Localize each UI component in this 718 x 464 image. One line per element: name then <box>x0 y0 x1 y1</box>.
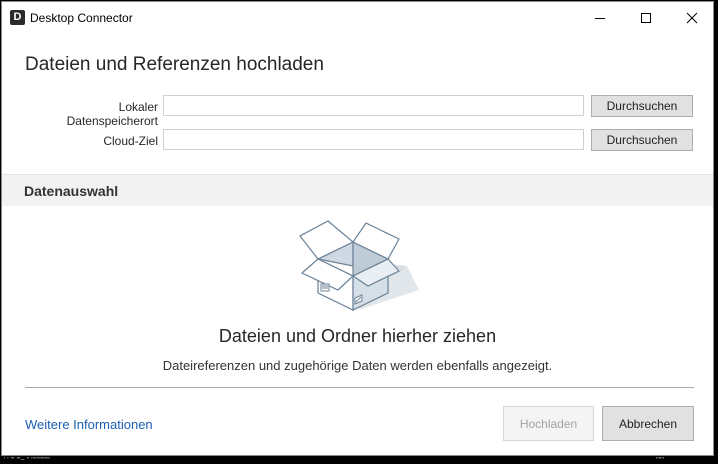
minimize-icon <box>595 18 605 19</box>
app-icon: D <box>10 10 25 25</box>
cloud-target-input[interactable] <box>163 129 584 150</box>
browse-local-button[interactable]: Durchsuchen <box>591 95 693 117</box>
cancel-button[interactable]: Abbrechen <box>602 406 694 441</box>
cloud-target-label: Cloud-Ziel <box>103 134 158 148</box>
upload-button[interactable]: Hochladen <box>503 406 594 441</box>
maximize-icon <box>641 13 651 23</box>
local-location-input[interactable] <box>163 95 584 116</box>
footer-divider <box>25 387 694 388</box>
close-icon <box>686 12 698 24</box>
minimize-button[interactable] <box>577 2 623 34</box>
background-text-fragment: ' ' ''' '''~ '' '''''''''''''' <box>4 457 50 464</box>
more-info-link[interactable]: Weitere Informationen <box>25 417 153 432</box>
drop-zone-heading: Dateien und Ordner hierher ziehen <box>218 326 497 346</box>
local-location-label: Lokaler Datenspeicherort <box>66 100 158 128</box>
section-title: Datenauswahl <box>24 183 119 199</box>
desktop-connector-window: D Desktop Connector Dateien und Referenz… <box>1 1 714 456</box>
browse-cloud-button[interactable]: Durchsuchen <box>591 129 693 151</box>
data-selection-header: Datenauswahl <box>2 175 713 206</box>
window-title: Desktop Connector <box>30 11 133 25</box>
maximize-button[interactable] <box>623 2 669 34</box>
close-button[interactable] <box>669 2 715 34</box>
title-bar[interactable]: D Desktop Connector <box>2 2 713 34</box>
drop-zone-subtext: Dateireferenzen und zugehörige Daten wer… <box>162 358 553 373</box>
dialog-heading: Dateien und Referenzen hochladen <box>25 54 324 75</box>
open-box-icon <box>298 218 422 319</box>
background-text-fragment-right: '''''' <box>656 457 665 464</box>
